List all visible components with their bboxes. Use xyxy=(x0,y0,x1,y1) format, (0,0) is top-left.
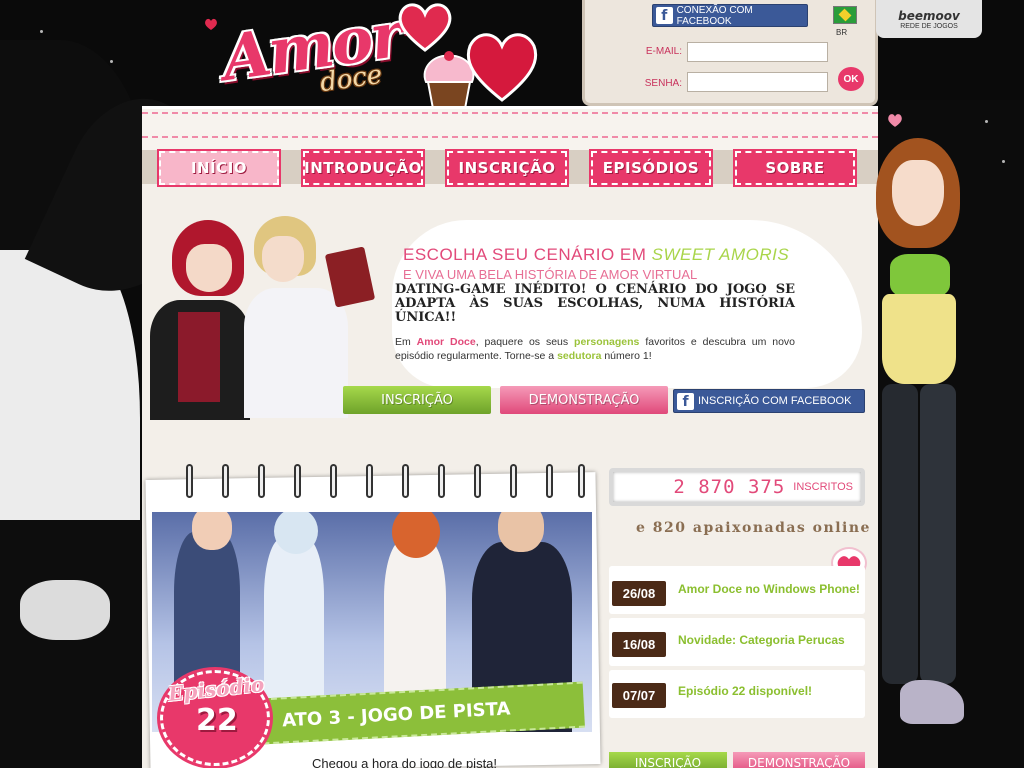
desc-sedutora: sedutora xyxy=(557,350,602,362)
beemoov-logo: beemoov xyxy=(898,9,960,23)
desc-text: , paquere os seus xyxy=(475,336,575,348)
hero-description: Em Amor Doce, paquere os seus personagen… xyxy=(395,335,795,363)
facebook-icon: f xyxy=(656,7,673,24)
small-heart-icon xyxy=(888,114,902,127)
notebook-ring xyxy=(402,464,409,498)
registered-counter: 2 870 375 INSCRITOS xyxy=(609,468,865,506)
desc-brand: Amor Doce xyxy=(416,336,476,348)
login-ok-button[interactable]: OK xyxy=(838,67,864,91)
tab-introducao[interactable]: INTRODUÇÃO xyxy=(301,149,425,187)
demonstracao-button[interactable]: DEMONSTRAÇÃO xyxy=(500,386,668,414)
notebook-ring xyxy=(294,464,301,498)
tab-inicio[interactable]: INÍCIO xyxy=(157,149,281,187)
heart-icon xyxy=(398,3,452,52)
notebook-ring xyxy=(474,464,481,498)
news-title[interactable]: Novidade: Categoria Perucas xyxy=(678,633,845,647)
registered-label: INSCRITOS xyxy=(793,481,853,493)
small-heart-icon xyxy=(205,18,217,30)
desc-text: Em xyxy=(395,336,417,348)
news-date: 26/08 xyxy=(612,581,666,606)
tab-inscricao[interactable]: INSCRIÇÃO xyxy=(445,149,569,187)
notebook-ring xyxy=(222,464,229,498)
facebook-icon: f xyxy=(677,392,694,410)
facebook-connect-label: CONEXÃO COM FACEBOOK xyxy=(676,4,753,27)
amor-doce-logo[interactable]: Amor doce xyxy=(200,0,550,122)
notebook-ring xyxy=(186,464,193,498)
tab-episodios[interactable]: EPISÓDIOS xyxy=(589,149,713,187)
password-label: SENHA: xyxy=(644,78,682,89)
notebook-ring xyxy=(366,464,373,498)
hero-title-highlight: SWEET AMORIS xyxy=(651,245,790,264)
desc-personagens: personagens xyxy=(574,336,640,348)
demonstracao-button-bottom[interactable]: DEMONSTRAÇÃO xyxy=(733,752,865,768)
news-date: 16/08 xyxy=(612,632,666,657)
email-label: E-MAIL: xyxy=(645,46,682,57)
online-count: e 820 apaixonadas online xyxy=(636,520,871,536)
password-field[interactable] xyxy=(687,72,828,92)
hero-title-prefix: ESCOLHA SEU CENÁRIO EM xyxy=(403,245,652,264)
notebook-ring xyxy=(546,464,553,498)
episode-teaser: Chegou a hora do jogo de pista! xyxy=(312,756,498,768)
news-title[interactable]: Amor Doce no Windows Phone! xyxy=(678,582,860,596)
inscricao-button[interactable]: INSCRIÇÃO xyxy=(343,386,491,414)
stitch-divider xyxy=(142,112,878,114)
hero-headline: DATING-GAME INÉDITO! O CENÁRIO DO JOGO S… xyxy=(395,282,795,325)
email-field[interactable] xyxy=(687,42,828,62)
desc-text: número 1! xyxy=(601,350,652,362)
inscricao-button-bottom[interactable]: INSCRIÇÃO xyxy=(609,752,727,768)
notebook-ring xyxy=(330,464,337,498)
facebook-signup-label: INSCRIÇÃO COM FACEBOOK xyxy=(698,395,852,407)
beemoov-network-link[interactable]: beemoov REDE DE JOGOS xyxy=(876,0,982,38)
registered-count: 2 870 375 xyxy=(673,476,786,498)
news-title[interactable]: Episódio 22 disponível! xyxy=(678,684,812,698)
facebook-signup-button[interactable]: f INSCRIÇÃO COM FACEBOOK xyxy=(673,389,865,413)
facebook-connect-button[interactable]: f CONEXÃO COM FACEBOOK xyxy=(652,4,808,27)
notebook-ring xyxy=(258,464,265,498)
tab-sobre[interactable]: SOBRE xyxy=(733,149,857,187)
episode-number: 22 xyxy=(196,703,238,738)
news-date: 07/07 xyxy=(612,683,666,708)
brazil-flag-icon[interactable] xyxy=(833,6,857,24)
language-code: BR xyxy=(836,28,848,37)
notebook-ring xyxy=(510,464,517,498)
hero-subtitle: E VIVA UMA BELA HISTÓRIA DE AMOR VIRTUAL xyxy=(403,267,698,282)
heart-icon xyxy=(466,33,538,102)
notebook-ring xyxy=(578,464,585,498)
hero-title: ESCOLHA SEU CENÁRIO EM SWEET AMORIS xyxy=(403,245,789,265)
stitch-divider xyxy=(142,136,878,138)
beemoov-subtitle: REDE DE JOGOS xyxy=(900,23,958,30)
notebook-ring xyxy=(438,464,445,498)
